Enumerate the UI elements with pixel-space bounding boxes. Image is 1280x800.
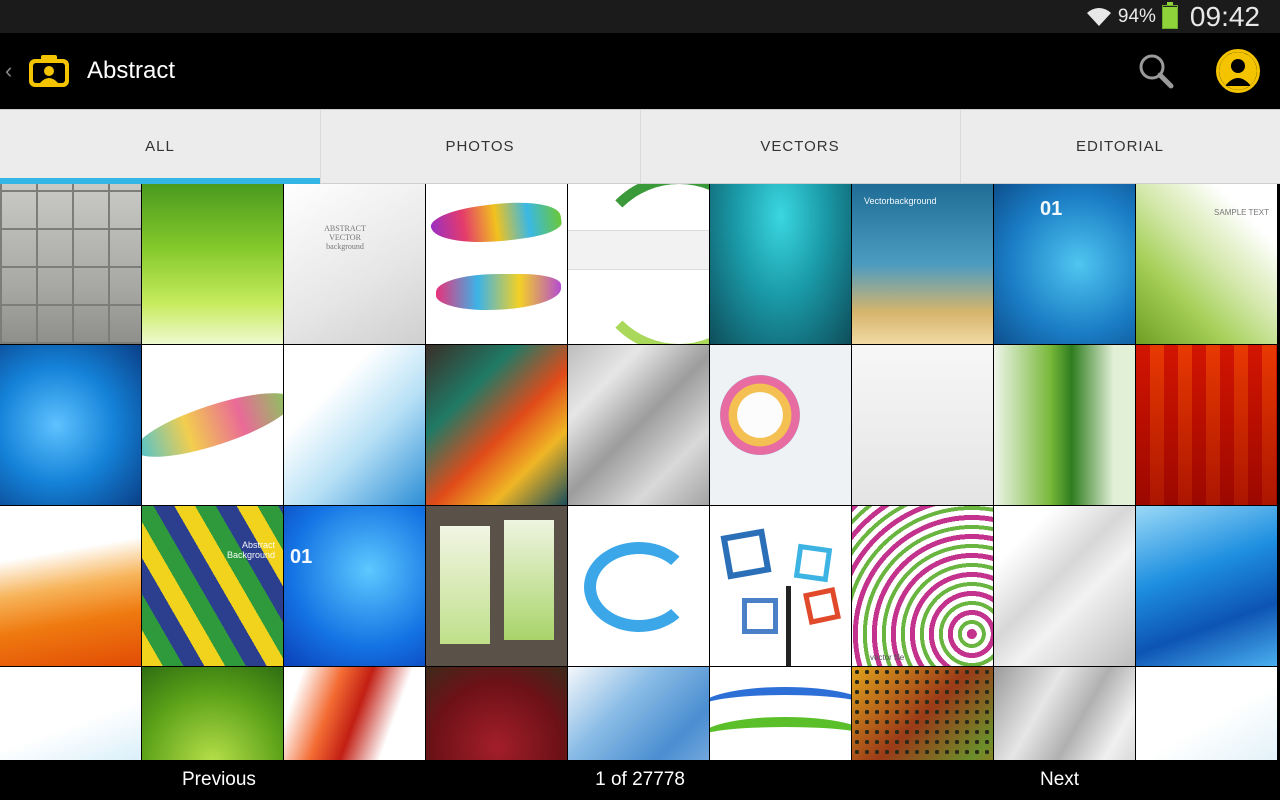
camera-logo-icon[interactable] <box>27 53 71 89</box>
pagination-bar: Previous 1 of 27778 Next <box>0 760 1280 800</box>
image-thumbnail[interactable] <box>0 506 141 666</box>
image-thumbnail[interactable] <box>994 345 1135 505</box>
image-thumbnail[interactable] <box>710 184 851 344</box>
tab-photos[interactable]: PHOTOS <box>320 110 640 183</box>
battery-percent: 94% <box>1117 5 1156 27</box>
image-thumbnail[interactable] <box>710 506 851 666</box>
user-icon <box>1219 52 1257 90</box>
image-thumbnail[interactable]: Vectorbackground <box>852 184 993 344</box>
image-thumbnail[interactable] <box>426 184 567 344</box>
image-thumbnail[interactable] <box>426 667 567 760</box>
image-thumbnail[interactable] <box>142 667 283 760</box>
image-grid: ABSTRACT VECTOR background Vectorbackgro… <box>0 184 1280 760</box>
image-thumbnail[interactable] <box>568 506 709 666</box>
action-bar: ‹ Abstract <box>0 33 1280 109</box>
battery-icon <box>1161 1 1178 29</box>
thumbnail-caption: SAMPLE TEXT <box>1214 208 1269 217</box>
status-bar: 94% 09:42 <box>0 0 1280 33</box>
account-button[interactable] <box>1216 49 1260 93</box>
thumbnail-caption: vector file <box>870 653 905 662</box>
thumbnail-caption: Vectorbackground <box>864 196 937 206</box>
image-thumbnail[interactable] <box>1136 345 1277 505</box>
image-thumbnail[interactable] <box>568 184 709 344</box>
thumbnail-caption: 01 <box>1040 198 1063 220</box>
search-icon <box>1139 54 1174 89</box>
image-thumbnail[interactable] <box>0 184 141 344</box>
image-thumbnail[interactable] <box>994 506 1135 666</box>
thumbnail-caption: Abstract Background <box>226 540 275 560</box>
tab-all[interactable]: ALL <box>0 110 320 184</box>
tab-vectors[interactable]: VECTORS <box>640 110 960 183</box>
image-thumbnail[interactable] <box>284 667 425 760</box>
page-title: Abstract <box>87 57 176 84</box>
thumbnail-caption: ABSTRACT VECTOR background <box>324 224 366 251</box>
status-clock: 09:42 <box>1189 0 1260 32</box>
image-thumbnail[interactable] <box>568 345 709 505</box>
image-thumbnail[interactable]: vector file <box>852 506 993 666</box>
tab-bar: ALL PHOTOS VECTORS EDITORIAL <box>0 109 1280 184</box>
image-thumbnail[interactable] <box>142 184 283 344</box>
image-thumbnail[interactable] <box>852 667 993 760</box>
image-thumbnail[interactable]: 01 <box>284 506 425 666</box>
image-thumbnail[interactable]: 01 <box>994 184 1135 344</box>
image-thumbnail[interactable] <box>852 345 993 505</box>
next-button[interactable]: Next <box>1040 769 1079 791</box>
image-thumbnail[interactable] <box>710 345 851 505</box>
image-thumbnail[interactable] <box>426 506 567 666</box>
tab-editorial[interactable]: EDITORIAL <box>960 110 1280 183</box>
search-button[interactable] <box>1136 51 1176 91</box>
image-thumbnail[interactable] <box>1136 667 1277 760</box>
image-thumbnail[interactable] <box>0 667 141 760</box>
back-chevron-icon[interactable]: ‹ <box>5 58 19 84</box>
image-thumbnail[interactable] <box>994 667 1135 760</box>
image-thumbnail[interactable] <box>710 667 851 760</box>
image-thumbnail[interactable]: Abstract Background <box>142 506 283 666</box>
image-thumbnail[interactable] <box>568 667 709 760</box>
image-thumbnail[interactable] <box>426 345 567 505</box>
image-thumbnail[interactable] <box>284 345 425 505</box>
image-thumbnail[interactable] <box>142 345 283 505</box>
image-thumbnail[interactable] <box>0 345 141 505</box>
image-thumbnail[interactable]: ABSTRACT VECTOR background <box>284 184 425 344</box>
wifi-icon <box>1086 7 1111 26</box>
page-indicator: 1 of 27778 <box>595 769 685 790</box>
image-thumbnail[interactable] <box>1136 506 1277 666</box>
image-thumbnail[interactable]: SAMPLE TEXT <box>1136 184 1277 344</box>
thumbnail-caption: 01 <box>290 546 313 568</box>
